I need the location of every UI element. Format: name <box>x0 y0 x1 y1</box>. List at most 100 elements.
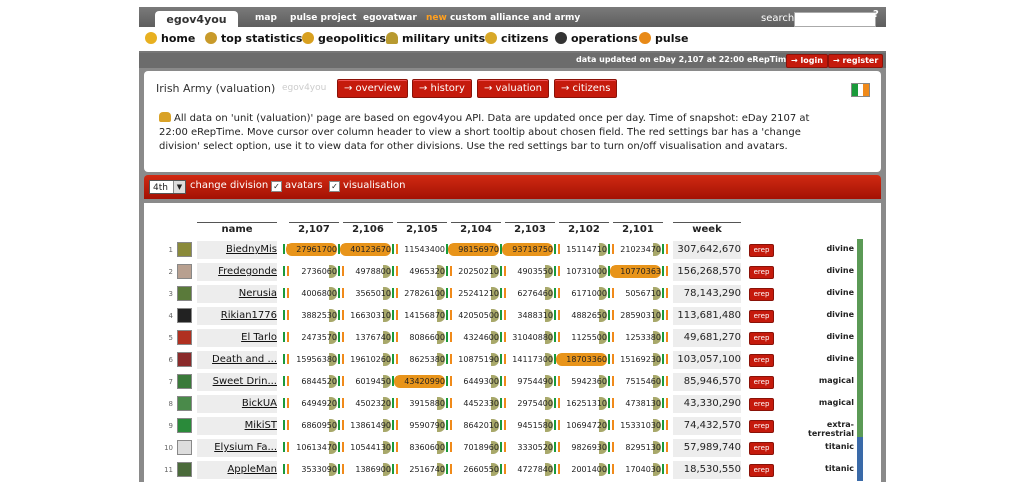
trophy-icon <box>205 32 217 44</box>
avatar <box>177 330 192 345</box>
map-link[interactable]: map <box>255 13 277 23</box>
value-cell: 8086600 <box>394 331 445 344</box>
value-cell: 3488310 <box>502 309 553 322</box>
overview-button[interactable]: → overview <box>337 79 408 98</box>
tier-color-bar <box>857 393 863 415</box>
main-nav: home top statistics geopolitics military… <box>139 27 886 53</box>
citizen-name-link[interactable]: Death and ... <box>197 351 277 369</box>
erep-button[interactable]: erep <box>749 266 774 279</box>
value-cell: 4727840 <box>502 463 553 476</box>
custom-alliance-label: custom alliance and army <box>449 13 581 23</box>
citizen-name-link[interactable]: Rikian1776 <box>197 307 277 325</box>
tier-label: divine <box>826 266 854 275</box>
value-cell: 21023470 <box>610 243 661 256</box>
column-header-name[interactable]: name <box>197 222 277 235</box>
column-header-week[interactable]: week <box>673 222 741 235</box>
erep-button[interactable]: erep <box>749 354 774 367</box>
week-total: 103,057,100 <box>673 351 741 369</box>
visualisation-label: visualisation <box>343 180 406 191</box>
table-row: 11 AppleMan 3533090 1386900 2516740 2660550 47… <box>144 459 881 481</box>
help-icon[interactable]: ? <box>873 9 879 20</box>
citizen-name-link[interactable]: Elysium Fa... <box>197 439 277 457</box>
nav-top-statistics-label: top statistics <box>221 32 303 45</box>
column-header-day[interactable]: 2,102 <box>559 222 609 235</box>
value-cell: 2473570 <box>286 331 337 344</box>
nav-pulse-label: pulse <box>655 32 689 45</box>
week-total: 113,681,480 <box>673 307 741 325</box>
brand-tab[interactable]: egov4you <box>155 11 238 28</box>
tier-label: titanic <box>825 442 854 451</box>
nav-geopolitics[interactable]: geopolitics <box>302 32 386 45</box>
avatars-checkbox[interactable]: ✓ <box>271 181 282 192</box>
nav-geopolitics-label: geopolitics <box>318 32 386 45</box>
column-header-day[interactable]: 2,103 <box>505 222 555 235</box>
tier-label: divine <box>826 310 854 319</box>
erep-button[interactable]: erep <box>749 244 774 257</box>
visualisation-checkbox[interactable]: ✓ <box>329 181 340 192</box>
tier-color-bar <box>857 327 863 349</box>
erep-button[interactable]: erep <box>749 288 774 301</box>
login-button[interactable]: → login <box>786 54 828 68</box>
row-number: 3 <box>168 290 173 298</box>
value-cell: 42050500 <box>448 309 499 322</box>
citizens-button[interactable]: → citizens <box>554 79 618 98</box>
value-cell: 10694720 <box>556 419 607 432</box>
valuation-button[interactable]: → valuation <box>477 79 550 98</box>
citizen-name-link[interactable]: MikiST <box>197 417 277 435</box>
avatar <box>177 242 192 257</box>
week-total: 85,946,570 <box>673 373 741 391</box>
value-cell: 3915880 <box>394 397 445 410</box>
citizen-name-link[interactable]: Sweet Drin... <box>197 373 277 391</box>
avatar <box>177 286 192 301</box>
nav-top-statistics[interactable]: top statistics <box>205 32 302 45</box>
erep-button[interactable]: erep <box>749 420 774 433</box>
nav-citizens[interactable]: citizens <box>485 32 549 45</box>
nav-military-units[interactable]: military units <box>386 32 485 45</box>
egovatwar-link[interactable]: egovatwar <box>363 13 417 23</box>
citizen-name-link[interactable]: AppleMan <box>197 461 277 479</box>
avatar <box>177 440 192 455</box>
nav-military-units-label: military units <box>402 32 486 45</box>
citizen-name-link[interactable]: BickUA <box>197 395 277 413</box>
helmet-icon <box>386 32 398 44</box>
column-header-day[interactable]: 2,105 <box>397 222 447 235</box>
citizen-name-link[interactable]: El Tarlo <box>197 329 277 347</box>
tier-color-bar <box>857 261 863 283</box>
division-select[interactable]: 4th ▼ <box>149 180 186 194</box>
ireland-flag-icon <box>851 83 870 97</box>
history-button[interactable]: → history <box>412 79 472 98</box>
table-row: 5 El Tarlo 2473570 1376740 8086600 4324600 310… <box>144 327 881 349</box>
erep-button[interactable]: erep <box>749 376 774 389</box>
tier-color-bar <box>857 349 863 371</box>
citizen-name-link[interactable]: Fredegonde <box>197 263 277 281</box>
table-row: 4 Rikian1776 3882530 16630310 14156870 420505… <box>144 305 881 327</box>
erep-button[interactable]: erep <box>749 442 774 455</box>
value-cell: 4738130 <box>610 397 661 410</box>
row-number: 9 <box>168 422 173 430</box>
search-input[interactable] <box>794 12 876 27</box>
nav-operations[interactable]: operations <box>555 32 638 45</box>
value-cell: 6276460 <box>502 287 553 300</box>
value-cell: 10613470 <box>286 441 337 454</box>
custom-alliance-link[interactable]: new custom alliance and army <box>426 13 580 23</box>
citizen-name-link[interactable]: Nerusia <box>197 285 277 303</box>
pulse-project-link[interactable]: pulse project <box>290 13 356 23</box>
table-row: 3 Nerusia 4006800 3565010 27826100 25241210 62… <box>144 283 881 305</box>
column-header-day[interactable]: 2,106 <box>343 222 393 235</box>
row-number: 7 <box>168 378 173 386</box>
erep-button[interactable]: erep <box>749 464 774 477</box>
column-header-day[interactable]: 2,107 <box>289 222 339 235</box>
nav-home[interactable]: home <box>145 32 195 45</box>
tier-label: titanic <box>825 464 854 473</box>
nav-pulse[interactable]: pulse <box>639 32 688 45</box>
register-button[interactable]: → register <box>828 54 884 68</box>
erep-button[interactable]: erep <box>749 398 774 411</box>
value-cell: 8625380 <box>394 353 445 366</box>
column-header-day[interactable]: 2,101 <box>613 222 663 235</box>
top-bar: egov4you map pulse project egovatwar new… <box>139 7 886 28</box>
column-header-day[interactable]: 2,104 <box>451 222 501 235</box>
table-row: 6 Death and ... 15956380 19610260 8625380 108… <box>144 349 881 371</box>
erep-button[interactable]: erep <box>749 332 774 345</box>
citizen-name-link[interactable]: BiednyMis <box>197 241 277 259</box>
erep-button[interactable]: erep <box>749 310 774 323</box>
